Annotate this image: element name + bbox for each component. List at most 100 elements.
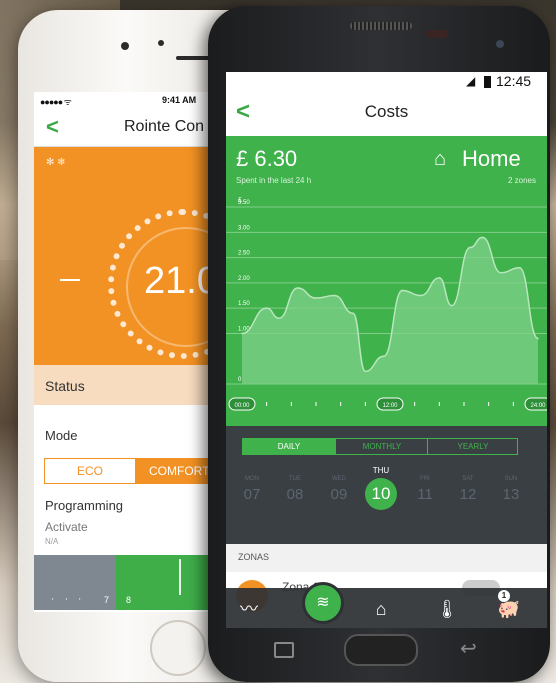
spent-caption: Spent in the last 24 h <box>236 176 312 185</box>
bottom-navigation: 〰 ≋ ⌂ 🌡 🐖 1 <box>226 582 547 628</box>
activate-value: N/A <box>45 537 59 546</box>
activity-icon[interactable]: 〰 <box>234 596 264 622</box>
day-number: 08 <box>286 486 304 503</box>
data-point <box>481 236 484 239</box>
tab-daily[interactable]: DAILY <box>243 439 335 454</box>
y-tick-label: 2.50 <box>238 251 250 257</box>
page-title: Costs <box>364 102 409 121</box>
data-point <box>278 317 280 320</box>
android-device: ◢ 12:45 Costs < £ 6.30 Spent in the last… <box>208 6 550 682</box>
period-tabs: DAILY MONTHLY YEARLY <box>242 438 518 455</box>
day-of-week: THU <box>372 466 390 475</box>
signal-icon: ◢ <box>466 74 476 88</box>
android-screen: ◢ 12:45 Costs < £ 6.30 Spent in the last… <box>226 72 547 628</box>
data-point <box>383 355 385 357</box>
proximity-sensor <box>158 40 164 46</box>
location-name[interactable]: Home <box>462 146 521 172</box>
timeline-hour-7: 7 <box>104 595 110 605</box>
nav-bar: Costs < <box>226 90 547 136</box>
date-selector-panel: DAILY MONTHLY YEARLY MON 07 TUE 08 WED 09 T… <box>226 426 547 544</box>
home-icon: ⌂ <box>434 148 447 170</box>
home-heart-icon[interactable]: ⌂ <box>366 596 396 622</box>
back-icon[interactable]: < <box>236 98 250 126</box>
program-timeline[interactable]: ''' 7 8 <box>34 555 234 610</box>
day-of-week: TUE <box>289 476 301 482</box>
back-icon[interactable]: < <box>46 114 59 140</box>
day-tue[interactable]: TUE 08 <box>275 466 315 503</box>
data-point <box>450 304 453 307</box>
signal-icon: ●●●●● ᯤ <box>40 97 72 107</box>
data-point <box>265 307 268 309</box>
y-tick-label: 2.00 <box>238 276 250 282</box>
tab-yearly[interactable]: YEARLY <box>427 439 518 454</box>
status-bar: ◢ 12:45 <box>226 72 547 90</box>
day-of-week: SUN <box>504 476 518 482</box>
temperature-value: 21.0 <box>144 260 218 302</box>
data-point <box>333 294 336 297</box>
day-fri[interactable]: FRI 11 <box>405 466 445 503</box>
data-point <box>420 294 422 297</box>
x-tick-label: 24:00 <box>530 403 546 409</box>
day-number: 07 <box>243 486 261 503</box>
tab-monthly[interactable]: MONTHLY <box>335 439 428 454</box>
day-of-week: FRI <box>420 476 430 482</box>
day-of-week: MON <box>245 476 259 482</box>
status-row[interactable]: Status <box>34 365 234 405</box>
data-point <box>241 332 243 335</box>
nav-bar: < Rointe Con <box>34 108 234 147</box>
status-label: Status <box>45 378 85 394</box>
thermostat-panel: ✻ ❄ 21.0 M ❦ ☼ <box>34 147 234 388</box>
y-tick-label: 0 <box>238 377 242 383</box>
day-sat[interactable]: SAT 12 <box>448 466 488 503</box>
mode-segmented-control: ECO COMFORT <box>44 458 234 484</box>
notification-badge: 1 <box>498 590 510 602</box>
data-point <box>438 277 441 279</box>
day-picker: MON 07 TUE 08 WED 09 THU 10 FRI 11 SAT 12 SUN 1… <box>226 466 547 536</box>
day-thu[interactable]: THU 10 <box>361 466 401 510</box>
proximity-sensor <box>426 30 448 38</box>
battery-icon <box>484 76 491 88</box>
cost-amount: £ 6.30 <box>236 146 298 171</box>
timeline-cursor[interactable] <box>179 559 181 595</box>
data-point <box>537 337 539 340</box>
recent-apps-button[interactable] <box>274 642 294 658</box>
earpiece-speaker <box>350 22 412 30</box>
zones-header: ZONAS <box>226 544 547 573</box>
data-point <box>401 289 404 292</box>
timeline-ticks: ''' <box>52 597 93 606</box>
hardware-back-button[interactable]: ↩ <box>460 636 477 661</box>
y-axis-label: £ <box>238 197 242 204</box>
front-camera <box>121 42 129 50</box>
x-tick-label: 00:00 <box>234 403 250 409</box>
data-point <box>500 271 502 274</box>
data-point <box>518 266 521 269</box>
data-point <box>315 297 317 299</box>
activate-label[interactable]: Activate <box>45 520 88 534</box>
cost-chart: 01.001.502.002.503.003.50£00:00 12:00 24:0… <box>226 197 547 411</box>
y-tick-label: 3.00 <box>238 225 250 231</box>
thermometer-icon[interactable]: 🌡 <box>432 596 462 622</box>
day-number: 12 <box>459 486 477 503</box>
day-sun[interactable]: SUN 13 <box>491 466 531 503</box>
day-mon[interactable]: MON 07 <box>232 466 272 503</box>
day-number: 09 <box>330 486 348 503</box>
status-time: 9:41 AM <box>162 95 197 105</box>
hardware-home-button[interactable] <box>344 634 418 666</box>
home-button[interactable] <box>150 620 206 676</box>
day-of-week: WED <box>332 476 346 482</box>
day-number: 10 <box>365 478 397 510</box>
day-wed[interactable]: WED 09 <box>319 466 359 503</box>
iphone-screen: ●●●●● ᯤ 9:41 AM < Rointe Con ✻ ❄ 21.0 M … <box>34 92 234 612</box>
decrease-temperature-button[interactable] <box>60 279 80 281</box>
snowflake-icon: ✻ ❄ <box>46 157 66 168</box>
data-point <box>364 370 367 373</box>
data-point <box>296 287 299 289</box>
timeline-hour-8: 8 <box>126 595 132 605</box>
costs-coins-icon[interactable]: ≋ <box>302 582 344 624</box>
data-point <box>469 246 471 249</box>
programming-label: Programming <box>45 498 124 513</box>
page-title: Rointe Con <box>124 118 205 135</box>
eco-option[interactable]: ECO <box>45 459 135 483</box>
status-time: 12:45 <box>496 73 532 89</box>
day-number: 13 <box>502 486 520 503</box>
